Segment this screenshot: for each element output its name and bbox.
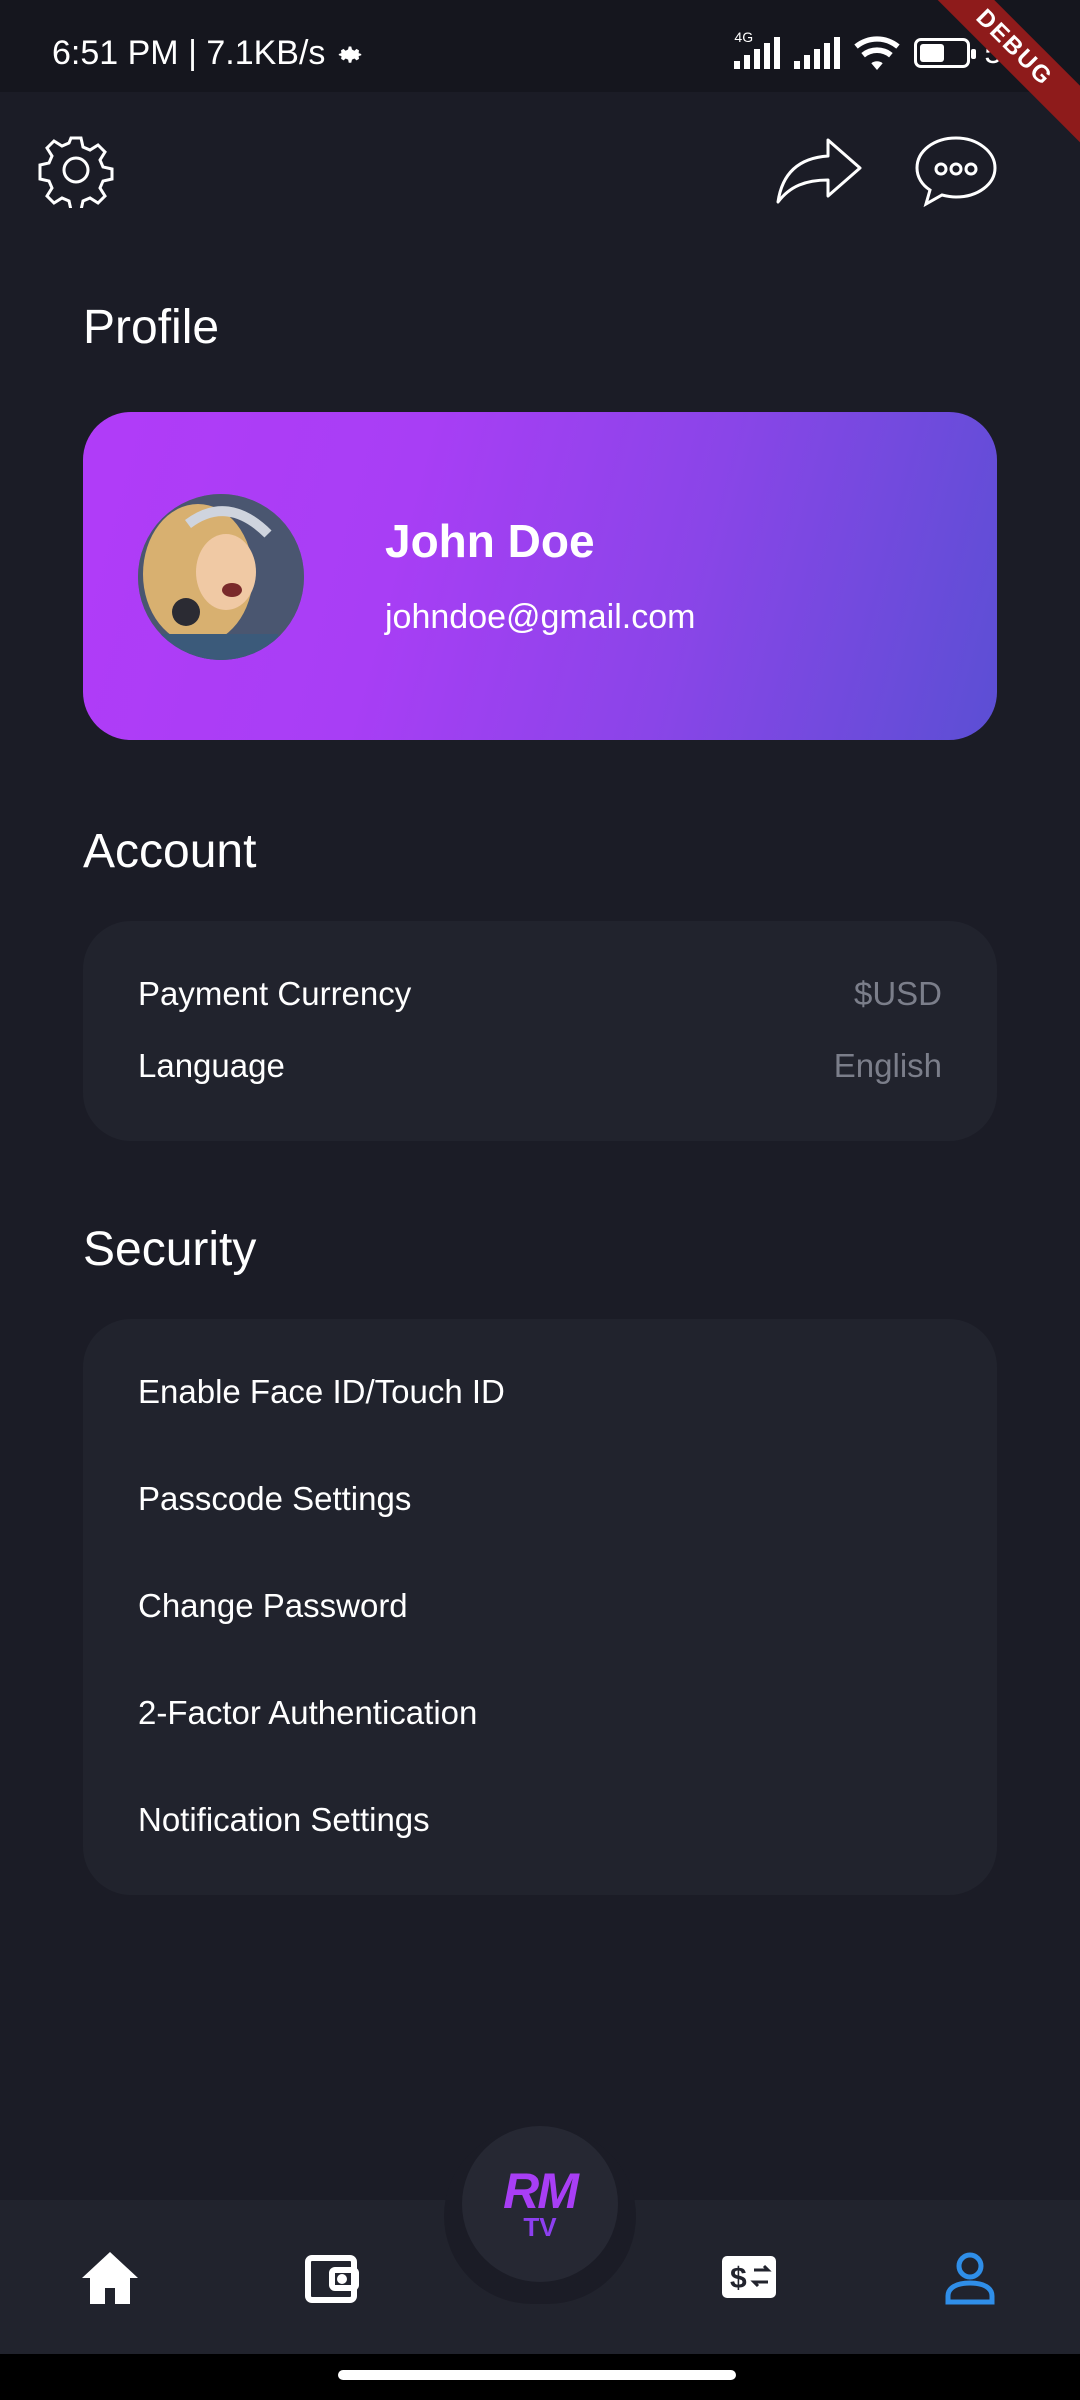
cell-signal-1-icon: 4G: [734, 29, 781, 69]
account-card: Payment Currency $USD Language English: [83, 921, 997, 1141]
two-factor-label: 2-Factor Authentication: [138, 1694, 478, 1731]
passcode-settings-label: Passcode Settings: [138, 1480, 412, 1517]
security-card: Enable Face ID/Touch ID Passcode Setting…: [83, 1319, 997, 1895]
language-value: English: [833, 1047, 942, 1084]
svg-text:$: $: [730, 2262, 747, 2295]
profile-name: John Doe: [385, 515, 595, 567]
change-password-row[interactable]: Change Password: [138, 1587, 942, 1625]
status-time-text: 6:51 PM | 7.1KB/s: [52, 34, 326, 72]
logo-rm-text: RM: [503, 2163, 579, 2219]
home-icon[interactable]: [80, 2250, 140, 2311]
profile-card[interactable]: John Doe johndoe@gmail.com: [83, 412, 997, 740]
profile-icon[interactable]: [942, 2250, 998, 2311]
share-icon[interactable]: [776, 136, 862, 204]
language-label: Language: [138, 1047, 285, 1084]
payment-currency-value: $USD: [853, 975, 942, 1012]
avatar[interactable]: [138, 494, 304, 660]
notification-settings-label: Notification Settings: [138, 1801, 430, 1838]
security-title: Security: [83, 1223, 257, 1276]
status-bar: 6:51 PM | 7.1KB/s 4G 52 DEBUG: [0, 0, 1080, 155]
face-id-row[interactable]: Enable Face ID/Touch ID: [138, 1373, 942, 1411]
cell-signal-2-icon: [794, 36, 841, 69]
debug-banner: DEBUG: [907, 0, 1080, 155]
profile-title: Profile: [83, 301, 220, 354]
wallet-icon[interactable]: [304, 2252, 360, 2309]
language-row[interactable]: Language English: [138, 1047, 942, 1085]
wifi-icon: [854, 35, 901, 70]
home-indicator[interactable]: [338, 2370, 736, 2380]
rmtv-logo-button[interactable]: RM TV: [462, 2126, 618, 2282]
status-time: 6:51 PM | 7.1KB/s: [52, 34, 365, 73]
logo-tv-text: TV: [523, 2212, 557, 2242]
gear-icon[interactable]: [38, 132, 114, 208]
payment-currency-label: Payment Currency: [138, 975, 412, 1012]
change-password-label: Change Password: [138, 1587, 408, 1624]
notification-settings-row[interactable]: Notification Settings: [138, 1801, 942, 1839]
chat-icon[interactable]: [914, 134, 998, 208]
settings-small-icon: [339, 46, 362, 63]
payment-currency-row[interactable]: Payment Currency $USD: [138, 975, 942, 1013]
network-type-label: 4G: [734, 28, 754, 45]
account-title: Account: [83, 825, 257, 878]
passcode-settings-row[interactable]: Passcode Settings: [138, 1480, 942, 1518]
two-factor-row[interactable]: 2-Factor Authentication: [138, 1694, 942, 1732]
profile-email: johndoe@gmail.com: [385, 598, 696, 636]
battery-icon: [914, 37, 977, 68]
exchange-icon[interactable]: $: [720, 2254, 778, 2305]
face-id-label: Enable Face ID/Touch ID: [138, 1373, 505, 1410]
